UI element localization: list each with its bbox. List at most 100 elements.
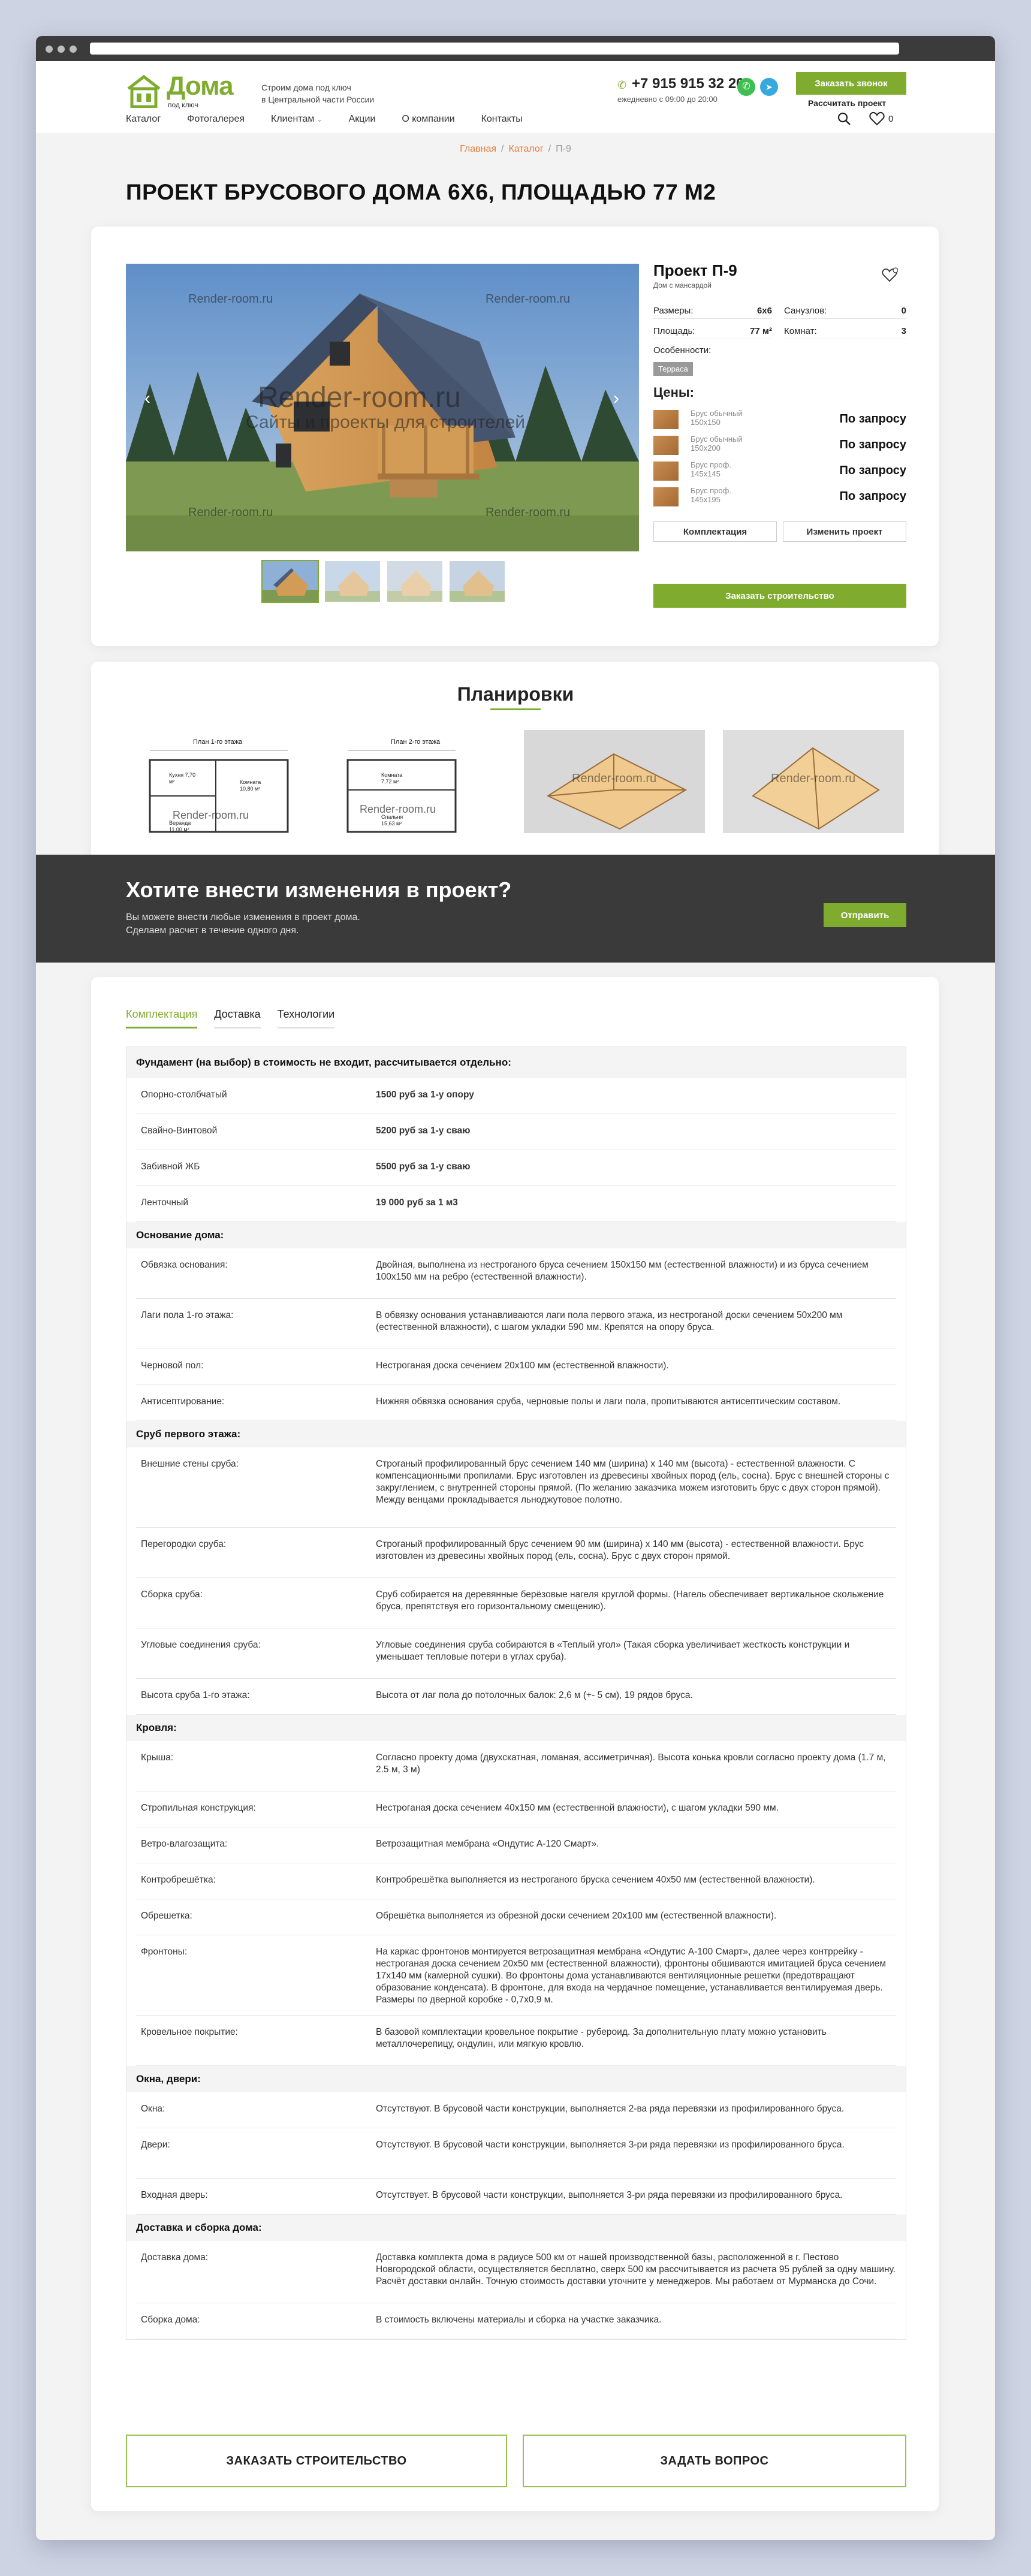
spec-value: 3: [901, 326, 906, 336]
spec-row: Окна: Отсутствуют. В брусовой части конст…: [136, 2092, 896, 2128]
floor-plan-3d-2[interactable]: Render-room.ru: [723, 730, 904, 833]
floor-plan-2[interactable]: План 2-го этажа Комната 7,72 м² Спальня …: [324, 730, 506, 833]
nav-promotions[interactable]: Акции: [349, 114, 376, 125]
spec-size: Размеры: 6x6: [653, 303, 772, 319]
gallery-prev-arrow-icon[interactable]: ‹: [135, 387, 159, 411]
phone-number[interactable]: +7 915 915 32 20: [632, 76, 744, 92]
product-main-image[interactable]: Render-room.ru Render-room.ru Render-roo…: [126, 264, 639, 551]
spec-key: Ветро-влагозащита:: [141, 1839, 228, 1849]
breadcrumb-home[interactable]: Главная: [460, 144, 496, 154]
window-maximize-dot[interactable]: [70, 46, 77, 53]
spec-label: Комнат:: [784, 326, 817, 336]
spec-value: 0: [901, 306, 906, 316]
spec-key: Опорно-столбчатый: [141, 1090, 227, 1100]
material-swatch: [653, 461, 679, 481]
spec-key: Окна:: [141, 2104, 165, 2114]
breadcrumb: Главная / Каталог / П-9: [36, 144, 995, 155]
gallery-thumbnail[interactable]: [261, 560, 319, 603]
spec-value: На каркас фронтонов монтируется ветрозащ…: [376, 1947, 887, 2005]
feature-tag: Терраса: [653, 362, 693, 376]
nav-about[interactable]: О компании: [402, 114, 454, 125]
spec-row: Угловые соединения сруба: Угловые соедине…: [136, 1628, 896, 1679]
spec-value: 19 000 руб за 1 м3: [376, 1197, 458, 1208]
spec-row: Перегородки сруба: Строганый профилирован…: [136, 1528, 896, 1578]
spec-key: Обрешетка:: [141, 1911, 192, 1921]
product-subtitle: Дом с мансардой: [653, 281, 712, 289]
spec-table: Фундамент (на выбор) в стоимость не вход…: [126, 1046, 906, 2340]
window-minimize-dot[interactable]: [58, 46, 65, 53]
spec-value: Нестроганая доска сечением 20х100 мм (ес…: [376, 1361, 669, 1371]
order-call-button[interactable]: Заказать звонок: [796, 72, 906, 95]
breadcrumb-catalog[interactable]: Каталог: [509, 144, 544, 154]
kit-button[interactable]: Комплектация: [653, 521, 777, 542]
price-material: Брус проф. 145x145: [691, 460, 731, 478]
logo-text[interactable]: Дома: [167, 72, 234, 101]
price-value: По запросу: [839, 438, 906, 451]
banner-line-2: Сделаем расчет в течение одного дня.: [126, 925, 299, 936]
order-construction-button[interactable]: Заказать строительство: [653, 584, 906, 608]
spec-key: Сборка сруба:: [141, 1589, 203, 1600]
logo-house-icon[interactable]: [126, 74, 162, 108]
floor-plan-1[interactable]: План 1-го этажа Кухня 7,70 м² Комната 10…: [126, 730, 308, 833]
gallery-thumbnail[interactable]: [324, 560, 381, 603]
address-bar[interactable]: [90, 43, 899, 55]
header-tagline: Строим дома под ключ в Центральной части…: [261, 82, 374, 105]
ask-question-button[interactable]: ЗАДАТЬ ВОПРОС: [523, 2435, 906, 2487]
watermark: Render-room.ru: [173, 809, 249, 821]
spec-key: Лаги пола 1-го этажа:: [141, 1310, 234, 1320]
spec-key: Доставка дома:: [141, 2252, 209, 2263]
gallery-thumbnail[interactable]: [448, 560, 506, 603]
add-to-favorites-heart-icon[interactable]: [881, 267, 898, 283]
price-value: По запросу: [839, 490, 906, 503]
nav-photogallery[interactable]: Фотогалерея: [187, 114, 245, 125]
spec-row: Лаги пола 1-го этажа: В обвязку основания…: [136, 1299, 896, 1349]
tab-technology[interactable]: Технологии: [277, 1008, 335, 1028]
room-label: Веранда 11,00 м²: [169, 820, 191, 832]
nav-clients[interactable]: Клиентам ⌄: [271, 114, 322, 125]
change-project-button[interactable]: Изменить проект: [783, 521, 906, 542]
order-construction-bottom-button[interactable]: ЗАКАЗАТЬ СТРОИТЕЛЬСТВО: [126, 2435, 507, 2487]
spec-row: Забивной ЖБ 5500 руб за 1-у сваю: [136, 1150, 896, 1186]
send-button[interactable]: Отправить: [824, 903, 906, 927]
spec-section-header: Окна, двери:: [126, 2066, 906, 2092]
browser-window: Дома под ключ Строим дома под ключ в Цен…: [36, 36, 995, 2540]
window-close-dot[interactable]: [46, 46, 53, 53]
search-icon[interactable]: [837, 111, 851, 126]
price-row: Брус обычный 150x150 По запросу: [653, 408, 906, 429]
nav-catalog[interactable]: Каталог: [126, 114, 161, 125]
gallery-thumbnails: [261, 560, 511, 603]
site-header: Дома под ключ Строим дома под ключ в Цен…: [36, 61, 995, 133]
calc-project-link[interactable]: Рассчитать проект: [808, 98, 886, 108]
tab-delivery[interactable]: Доставка: [214, 1008, 261, 1028]
material-swatch: [653, 436, 679, 455]
spec-value: Отсутствует. В брусовой части конструкци…: [376, 2190, 843, 2200]
spec-value: 77 м²: [750, 326, 772, 336]
spec-row: Обрешетка: Обрешётка выполняется из обрез…: [136, 1899, 896, 1935]
spec-key: Высота сруба 1-го этажа:: [141, 1690, 250, 1700]
chevron-down-icon: ⌄: [316, 116, 322, 123]
material-swatch: [653, 487, 679, 506]
tab-kit[interactable]: Комплектация: [126, 1008, 198, 1028]
spec-value: 1500 руб за 1-у опору: [376, 1090, 474, 1100]
gallery-thumbnail[interactable]: [386, 560, 444, 603]
nav-contacts[interactable]: Контакты: [481, 114, 523, 125]
material-swatch: [653, 410, 679, 429]
floor-plan-3d-1[interactable]: Render-room.ru: [524, 730, 705, 833]
spec-row: Ленточный 19 000 руб за 1 м3: [136, 1186, 896, 1222]
spec-key: Внешние стены сруба:: [141, 1459, 239, 1469]
whatsapp-icon[interactable]: ✆: [737, 78, 755, 96]
spec-value: Строганый профилированный брус сечением …: [376, 1459, 890, 1505]
gallery-next-arrow-icon[interactable]: ›: [604, 387, 628, 411]
spec-value: В обвязку основания устанавливаются лаги…: [376, 1310, 843, 1332]
spec-value: Согласно проекту дома (двухскатная, лома…: [376, 1752, 886, 1775]
room-label: Спальня 15,63 м²: [381, 814, 403, 827]
telegram-icon[interactable]: ➤: [760, 78, 778, 96]
spec-row: Сборка сруба: Сруб собирается на деревянн…: [136, 1578, 896, 1628]
spec-row: Ветро-влагозащита: Ветрозащитная мембрана…: [136, 1827, 896, 1863]
spec-value: Доставка комплекта дома в радиусе 500 км…: [376, 2252, 896, 2287]
breadcrumb-separator: /: [548, 144, 551, 154]
spec-key: Фронтоны:: [141, 1947, 188, 1957]
spec-row: Входная дверь: Отсутствует. В брусовой ча…: [136, 2179, 896, 2215]
spec-key: Перегородки сруба:: [141, 1539, 227, 1549]
favorites-heart-icon[interactable]: [869, 111, 885, 126]
